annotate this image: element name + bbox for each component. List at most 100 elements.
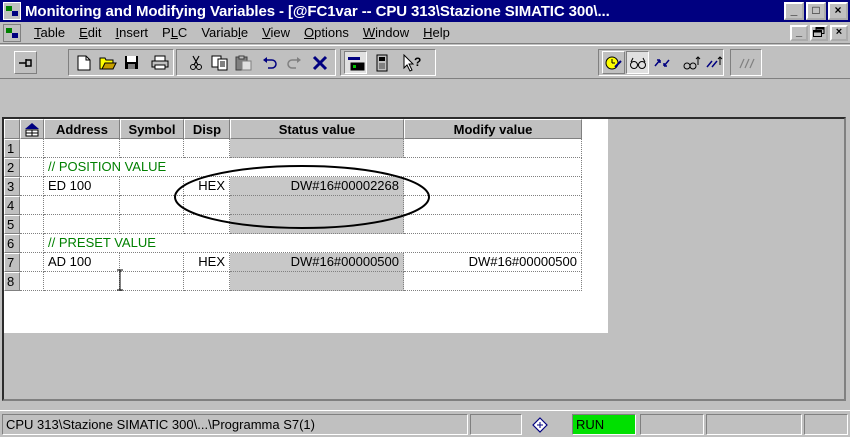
menu-options[interactable]: Options (297, 25, 356, 40)
close-button[interactable]: × (828, 2, 848, 20)
menu-help[interactable]: Help (416, 25, 457, 40)
trigger-icon[interactable] (602, 51, 625, 74)
window-title: Monitoring and Modifying Variables - [@F… (25, 2, 610, 20)
status-panel-2 (640, 414, 704, 435)
symbol-cell[interactable] (120, 253, 184, 272)
doc-restore-button[interactable] (810, 24, 828, 41)
undo-icon[interactable] (258, 51, 281, 74)
address-cell[interactable]: AD 100 (44, 253, 120, 272)
disp-cell[interactable]: HEX (184, 253, 230, 272)
menu-insert[interactable]: Insert (108, 25, 155, 40)
row-marker-cell (20, 158, 44, 177)
modify-icon[interactable] (370, 51, 393, 74)
text-cursor-icon (117, 269, 123, 291)
corner-header (4, 119, 20, 139)
menu-plc[interactable]: PLC (155, 25, 194, 40)
status-cell[interactable] (230, 139, 404, 158)
address-cell[interactable] (44, 139, 120, 158)
row-marker-cell (20, 253, 44, 272)
app-icon[interactable] (3, 2, 21, 20)
row-number[interactable]: 6 (4, 234, 20, 253)
toolbar: ? (0, 45, 850, 79)
delete-icon[interactable] (308, 51, 331, 74)
help-cursor-icon[interactable]: ? (400, 51, 423, 74)
variable-table: Address Symbol Disp Status value Modify … (2, 117, 846, 401)
watch-icon[interactable] (626, 51, 649, 74)
connection-icon (532, 417, 548, 433)
address-cell[interactable] (44, 272, 120, 291)
header-disp[interactable]: Disp (184, 119, 230, 139)
menu-window[interactable]: Window (356, 25, 416, 40)
header-modify-value[interactable]: Modify value (404, 119, 582, 139)
status-panel-empty (470, 414, 522, 435)
maximize-button[interactable]: □ (806, 2, 826, 20)
menu-variable[interactable]: Variable (194, 25, 255, 40)
modify-cell[interactable]: DW#16#00000500 (404, 253, 582, 272)
highlight-ellipse (174, 165, 430, 229)
header-address[interactable]: Address (44, 119, 120, 139)
menu-view[interactable]: View (255, 25, 297, 40)
minimize-button[interactable]: _ (784, 2, 804, 20)
row-marker-cell (20, 215, 44, 234)
address-cell[interactable] (44, 196, 120, 215)
row-number[interactable]: 7 (4, 253, 20, 272)
address-cell[interactable]: ED 100 (44, 177, 120, 196)
disp-cell[interactable] (184, 272, 230, 291)
document-controls: _ × (790, 24, 848, 41)
table-icon (25, 123, 39, 137)
table-grid: Address Symbol Disp Status value Modify … (4, 119, 844, 399)
window-controls: _ □ × (784, 2, 848, 20)
watch-trigger-icon[interactable] (680, 51, 703, 74)
pin-icon[interactable] (14, 51, 37, 74)
symbol-cell[interactable] (120, 139, 184, 158)
status-bar: CPU 313\Stazione SIMATIC 300\...\Program… (0, 410, 850, 437)
menu-edit[interactable]: Edit (72, 25, 108, 40)
disp-cell[interactable] (184, 139, 230, 158)
row-marker-cell (20, 196, 44, 215)
symbol-cell[interactable] (120, 272, 184, 291)
open-icon[interactable] (96, 51, 119, 74)
modify-cell[interactable] (404, 139, 582, 158)
doc-close-button[interactable]: × (830, 24, 848, 41)
document-icon[interactable] (3, 23, 21, 42)
status-path: CPU 313\Stazione SIMATIC 300\...\Program… (2, 414, 468, 435)
paste-icon[interactable] (232, 51, 255, 74)
new-icon[interactable] (72, 51, 95, 74)
enable-peripheral-icon[interactable] (735, 51, 758, 74)
address-cell[interactable] (44, 215, 120, 234)
menu-bar: Table Edit Insert PLC Variable View Options Win… (0, 22, 850, 44)
row-number[interactable]: 5 (4, 215, 20, 234)
copy-icon[interactable] (208, 51, 231, 74)
modify-value-icon[interactable] (650, 51, 673, 74)
size-grip[interactable] (804, 414, 848, 435)
modify-trigger-icon[interactable] (702, 51, 725, 74)
monitor-icon[interactable] (344, 51, 367, 74)
save-icon[interactable] (120, 51, 143, 74)
sort-header[interactable] (20, 119, 44, 139)
restore-icon (813, 26, 825, 37)
header-status-value[interactable]: Status value (230, 119, 404, 139)
title-bar: Monitoring and Modifying Variables - [@F… (0, 0, 850, 22)
menu-items: Table Edit Insert PLC Variable View Options Win… (27, 25, 457, 40)
doc-minimize-button[interactable]: _ (790, 24, 808, 41)
print-icon[interactable] (148, 51, 171, 74)
modify-cell[interactable] (404, 272, 582, 291)
menu-table[interactable]: Table (27, 25, 72, 40)
row-marker-cell (20, 139, 44, 158)
header-symbol[interactable]: Symbol (120, 119, 184, 139)
row-number[interactable]: 4 (4, 196, 20, 215)
row-number[interactable]: 3 (4, 177, 20, 196)
cpu-mode-badge: RUN (572, 414, 636, 435)
row-number[interactable]: 2 (4, 158, 20, 177)
status-cell[interactable] (230, 272, 404, 291)
row-number[interactable]: 8 (4, 272, 20, 291)
row-number[interactable]: 1 (4, 139, 20, 158)
row-marker-cell (20, 272, 44, 291)
redo-icon[interactable] (282, 51, 305, 74)
table-empty-area (608, 119, 844, 333)
status-panel-3 (706, 414, 802, 435)
cut-icon[interactable] (184, 51, 207, 74)
row-marker-cell (20, 234, 44, 253)
status-cell[interactable]: DW#16#00000500 (230, 253, 404, 272)
table-empty-bottom (4, 333, 844, 399)
